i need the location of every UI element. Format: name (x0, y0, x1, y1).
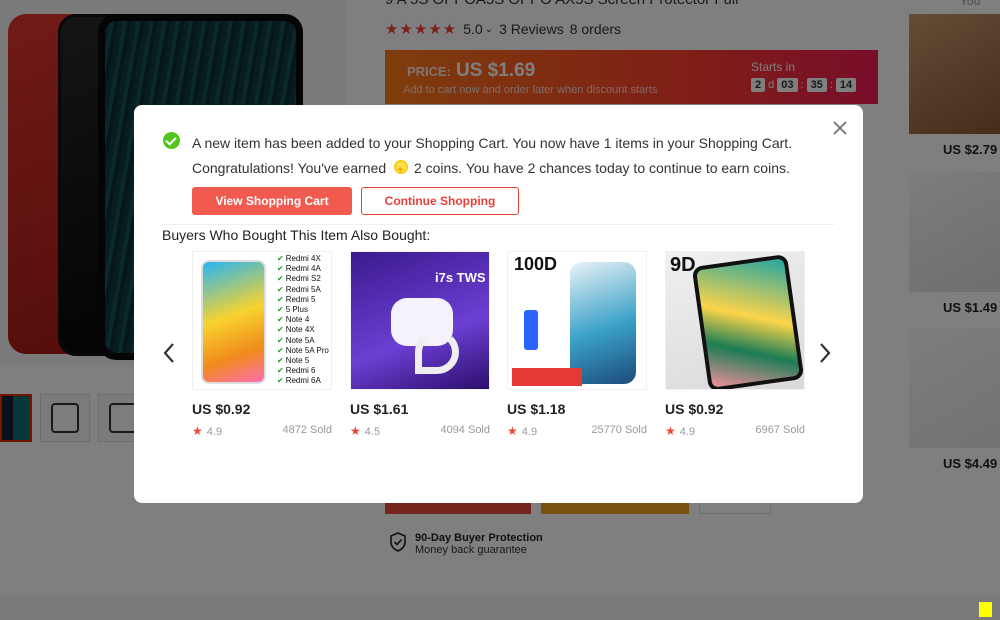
star-icon: ★ (507, 424, 518, 438)
cart-message: A new item has been added to your Shoppi… (163, 131, 793, 183)
product-price: US $1.61 (350, 401, 409, 417)
product-image-label: i7s TWS (435, 270, 486, 285)
product-rating: 4.5 (364, 426, 381, 438)
product-meta: ★ 4.9 4872 Sold (192, 424, 332, 438)
product-image[interactable]: 9D (665, 251, 805, 390)
model-item: Note 5A (277, 336, 329, 346)
phone-screen-protector-image (201, 260, 266, 384)
view-shopping-cart-button[interactable]: View Shopping Cart (192, 187, 352, 215)
continue-shopping-button[interactable]: Continue Shopping (361, 187, 519, 215)
model-item: Note 4 (277, 315, 329, 325)
cursor-marker (979, 602, 992, 617)
product-sold-count: 4094 Sold (440, 424, 490, 436)
product-image[interactable]: Redmi 4X Redmi 4A Redmi S2 Redmi 5A Redm… (192, 251, 332, 390)
cart-message-line1: A new item has been added to your Shoppi… (192, 135, 793, 151)
model-item: Redmi 5A (277, 285, 329, 295)
star-icon: ★ (350, 424, 361, 438)
product-card[interactable]: Redmi 4X Redmi 4A Redmi S2 Redmi 5A Redm… (192, 251, 332, 438)
product-rating: 4.9 (679, 426, 696, 438)
product-meta: ★ 4.9 6967 Sold (665, 424, 805, 438)
carousel-prev-arrow-icon[interactable] (162, 341, 176, 365)
compatible-models-list: Redmi 4X Redmi 4A Redmi S2 Redmi 5A Redm… (277, 254, 329, 387)
product-image-label: 100D (514, 254, 558, 274)
uv-glue-bottle-image (524, 310, 538, 350)
model-item: 5 Plus (277, 305, 329, 315)
model-item: Redmi 6 (277, 366, 329, 376)
carousel-next-arrow-icon[interactable] (818, 341, 832, 365)
product-sold-count: 25770 Sold (591, 424, 647, 436)
coins-message: Congratulations! You've earned 2 coins. … (192, 156, 792, 183)
model-item: Note 5 (277, 356, 329, 366)
curved-phone-image (570, 262, 636, 384)
product-meta: ★ 4.9 25770 Sold (507, 424, 647, 438)
product-image[interactable]: i7s TWS (350, 251, 490, 390)
product-card[interactable]: i7s TWS US $1.61 ★ 4.5 4094 Sold (350, 251, 490, 438)
earbud-image (415, 330, 459, 374)
also-bought-title: Buyers Who Bought This Item Also Bought: (162, 227, 431, 243)
tempered-glass-phone-image (691, 253, 804, 389)
product-sold-count: 4872 Sold (282, 424, 332, 436)
model-item: Redmi 4X (277, 254, 329, 264)
product-image[interactable]: 100D (507, 251, 647, 390)
coins-message-prefix: Congratulations! You've earned (192, 160, 387, 176)
close-icon[interactable] (833, 121, 847, 135)
divider (162, 224, 834, 225)
coin-icon (394, 158, 409, 183)
added-to-cart-modal: A new item has been added to your Shoppi… (134, 105, 863, 503)
product-card[interactable]: 9D US $0.92 ★ 4.9 6967 Sold (665, 251, 805, 438)
product-card[interactable]: 100D US $1.18 ★ 4.9 25770 Sold (507, 251, 647, 438)
model-item: Redmi 6A (277, 376, 329, 386)
product-sold-count: 6967 Sold (755, 424, 805, 436)
model-item: Redmi 5 (277, 295, 329, 305)
star-icon: ★ (192, 424, 203, 438)
model-item: Redmi S2 (277, 274, 329, 284)
product-price: US $0.92 (665, 401, 724, 417)
star-icon: ★ (665, 424, 676, 438)
product-price: US $1.18 (507, 401, 566, 417)
product-image-label: 9D (670, 254, 696, 276)
model-item: Note 5A Pro (277, 346, 329, 356)
product-price: US $0.92 (192, 401, 251, 417)
product-meta: ★ 4.5 4094 Sold (350, 424, 490, 438)
coins-message-suffix: 2 coins. You have 2 chances today to con… (413, 160, 790, 176)
success-check-icon (163, 132, 180, 149)
model-item: Redmi 4A (277, 264, 329, 274)
model-item: Note 4X (277, 325, 329, 335)
product-rating: 4.9 (206, 426, 223, 438)
compatibility-banner (512, 368, 582, 386)
product-rating: 4.9 (521, 426, 538, 438)
